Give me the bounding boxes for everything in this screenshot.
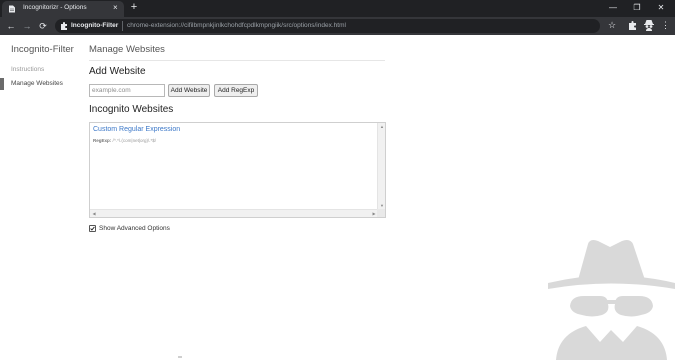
page-title: Manage Websites xyxy=(89,44,165,55)
extensions-puzzle-icon[interactable] xyxy=(628,21,637,30)
scroll-up-arrow-icon[interactable]: ▲ xyxy=(379,124,385,130)
title-divider xyxy=(89,60,385,61)
maximize-button[interactable]: ❐ xyxy=(629,2,645,14)
tab-close-button[interactable]: × xyxy=(113,3,118,13)
horizontal-scrollbar[interactable]: ◀ ▶ xyxy=(90,209,378,217)
reload-button[interactable]: ⟳ xyxy=(37,20,49,32)
sidebar-item-instructions[interactable]: Instructions xyxy=(0,64,80,76)
sidebar-title: Incognito-Filter xyxy=(11,44,74,55)
checkmark-icon xyxy=(90,226,95,231)
tab-title: Incognitorizr - Options xyxy=(23,4,87,11)
document-icon xyxy=(9,5,15,13)
address-bar[interactable]: Incognito-Filter chrome-extension://cifi… xyxy=(55,19,600,33)
omnibox-divider xyxy=(122,21,123,31)
close-window-button[interactable]: ✕ xyxy=(653,2,669,14)
tab-strip: Incognitorizr - Options × + — ❐ ✕ xyxy=(0,0,675,17)
sidebar-item-manage-websites[interactable]: Manage Websites xyxy=(0,78,80,90)
list-item-title[interactable]: Custom Regular Expression xyxy=(93,126,180,133)
show-advanced-checkbox[interactable] xyxy=(89,225,96,232)
tab-options[interactable]: Incognitorizr - Options × xyxy=(2,1,124,17)
scrollbar-corner xyxy=(377,209,385,217)
puzzle-icon xyxy=(61,22,67,30)
regexp-label: RegExp: xyxy=(93,138,112,143)
minimize-button[interactable]: — xyxy=(605,2,621,14)
vertical-scrollbar[interactable]: ▲ ▼ xyxy=(377,123,385,210)
new-tab-button[interactable]: + xyxy=(128,2,140,14)
website-input[interactable] xyxy=(89,84,165,97)
regexp-value: /^.*\.(com|net|org)\.*$/ xyxy=(112,138,156,143)
show-advanced-label[interactable]: Show Advanced Options xyxy=(99,225,170,232)
back-button[interactable]: ← xyxy=(5,20,17,32)
site-label: Incognito-Filter xyxy=(71,22,119,29)
incognito-websites-heading: Incognito Websites xyxy=(89,104,174,115)
websites-list[interactable]: Custom Regular Expression RegExp: /^.*\.… xyxy=(89,122,386,218)
scroll-left-arrow-icon[interactable]: ◀ xyxy=(91,211,97,217)
spy-incognito-icon xyxy=(548,240,675,360)
spy-icon[interactable] xyxy=(643,19,655,31)
add-website-heading: Add Website xyxy=(89,66,146,77)
bookmark-star-icon[interactable]: ☆ xyxy=(608,19,616,31)
url-text: chrome-extension://cifilbmpnkjinlkchohdf… xyxy=(127,22,346,29)
decorative-dot xyxy=(178,356,182,358)
browser-toolbar: ← → ⟳ Incognito-Filter chrome-extension:… xyxy=(0,17,675,35)
add-website-button[interactable]: Add Website xyxy=(168,84,210,97)
browser-menu-button[interactable]: ⋮ xyxy=(661,19,670,31)
list-item-detail: RegExp: /^.*\.(com|net|org)\.*$/ xyxy=(93,138,156,143)
forward-button[interactable]: → xyxy=(21,20,33,32)
add-regexp-button[interactable]: Add RegExp xyxy=(214,84,258,97)
